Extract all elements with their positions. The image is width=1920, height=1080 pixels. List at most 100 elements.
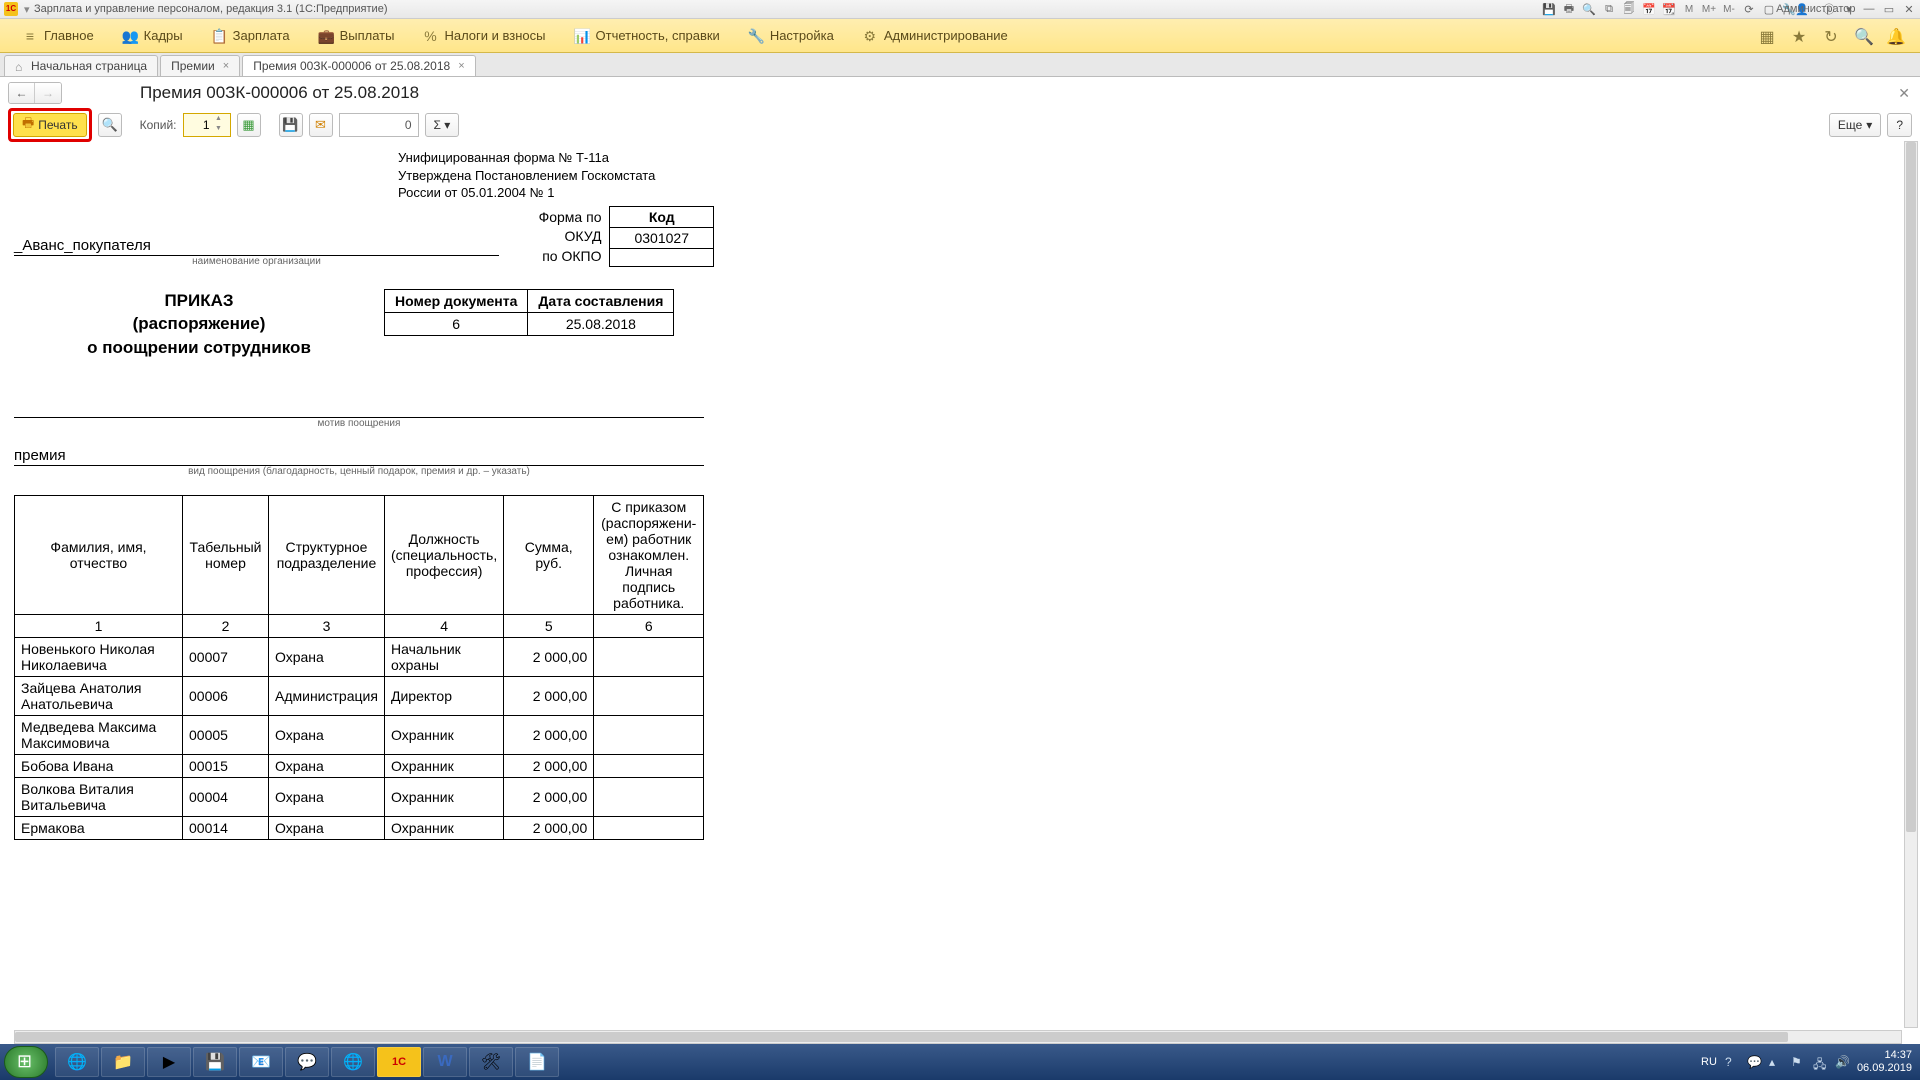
menu-label: Главное <box>44 28 94 43</box>
copies-label: Копий: <box>140 118 177 132</box>
menu-icon: ⚙ <box>862 28 878 44</box>
menu-item[interactable]: ⚙Администрирование <box>848 19 1022 52</box>
page-title: Премия 00ЗК-000006 от 25.08.2018 <box>140 83 419 103</box>
menu-label: Налоги и взносы <box>444 28 545 43</box>
tab[interactable]: Премия 00ЗК-000006 от 25.08.2018 × <box>242 55 475 76</box>
taskbar-app-media[interactable]: ▶ <box>147 1047 191 1077</box>
mail-button[interactable]: ✉ <box>309 113 333 137</box>
spin-up-icon[interactable]: ▲ <box>212 115 226 125</box>
apps-icon[interactable]: ▦ <box>1758 27 1776 45</box>
mminus-icon[interactable]: M- <box>1722 2 1736 16</box>
preview-button[interactable]: 🔍 <box>98 113 122 137</box>
calendar2-icon[interactable]: 📆 <box>1662 2 1676 16</box>
grid-button[interactable]: ▦ <box>237 113 261 137</box>
lang-indicator[interactable]: RU <box>1701 1056 1717 1068</box>
print-highlight: 🖶Печать <box>8 108 92 142</box>
back-button[interactable]: ← <box>9 83 35 103</box>
taskbar-app-chrome[interactable]: 🌐 <box>331 1047 375 1077</box>
export-icon[interactable]: ⧉ <box>1602 2 1616 16</box>
tabs-bar: ⌂Начальная страницаПремии×Премия 00ЗК-00… <box>0 53 1920 77</box>
tab-close-icon[interactable]: × <box>458 60 464 72</box>
menu-item[interactable]: 💼Выплаты <box>304 19 409 52</box>
table-header: С приказом (распоряжени-ем) работник озн… <box>594 496 704 615</box>
forward-button[interactable]: → <box>35 83 61 103</box>
more-button[interactable]: Еще ▾ <box>1829 113 1881 137</box>
app-title: Зарплата и управление персоналом, редакц… <box>34 3 387 15</box>
history-icon[interactable]: ↻ <box>1822 27 1840 45</box>
horizontal-scrollbar[interactable] <box>14 1030 1902 1044</box>
number-date-table: Номер документаДата составления 625.08.2… <box>384 289 674 336</box>
copies-spinner[interactable]: ▲▼ <box>183 113 231 137</box>
maximize-icon[interactable]: ▭ <box>1882 2 1896 16</box>
table-row: Медведева Максима Максимовича00005Охрана… <box>15 716 704 755</box>
document-viewport[interactable]: Унифицированная форма № Т-11а Утверждена… <box>0 141 1920 1044</box>
table-colnum: 2 <box>183 615 269 638</box>
taskbar: 🌐 📁 ▶ 💾 📧 💬 🌐 1С W 🛠 📄 RU ? 💬 ▴ ⚑ 🖧 🔊 14… <box>0 1044 1920 1080</box>
tray-flag-icon[interactable]: ⚑ <box>1791 1055 1805 1069</box>
star-icon[interactable]: ★ <box>1790 27 1808 45</box>
m-icon[interactable]: M <box>1682 2 1696 16</box>
table-header: Фамилия, имя, отчество <box>15 496 183 615</box>
calc-icon[interactable]: 🗐 <box>1622 2 1636 16</box>
print-button[interactable]: 🖶Печать <box>13 113 87 137</box>
menu-item[interactable]: ≡ Главное <box>8 19 108 52</box>
info-icon[interactable]: ⓘ <box>1822 2 1836 16</box>
bonus-type-block: премия вид поощрения (благодарность, цен… <box>14 447 1424 477</box>
close-icon[interactable]: ✕ <box>1902 2 1916 16</box>
mplus-icon[interactable]: M+ <box>1702 2 1716 16</box>
sigma-button[interactable]: Σ ▾ <box>425 113 460 137</box>
menu-icon: ≡ <box>22 28 38 44</box>
print-icon[interactable]: 🖶 <box>1562 2 1576 16</box>
user-label[interactable]: 👤 Администратор <box>1802 2 1816 16</box>
taskbar-app-save[interactable]: 💾 <box>193 1047 237 1077</box>
table-row: Волкова Виталия Витальевича00004ОхранаОх… <box>15 778 704 817</box>
square-icon[interactable]: ▢ <box>1762 2 1776 16</box>
tab-close-icon[interactable]: × <box>223 60 229 72</box>
bell-icon[interactable]: 🔔 <box>1886 27 1904 45</box>
tray-net-icon[interactable]: 🖧 <box>1813 1055 1827 1069</box>
menu-item[interactable]: 📊Отчетность, справки <box>560 19 734 52</box>
tray-chat-icon[interactable]: 💬 <box>1747 1055 1761 1069</box>
org-name: _Аванс_покупателя <box>14 237 499 256</box>
save-icon[interactable]: 💾 <box>1542 2 1556 16</box>
taskbar-app-ie[interactable]: 🌐 <box>55 1047 99 1077</box>
taskbar-app-pdf[interactable]: 📄 <box>515 1047 559 1077</box>
tray-vol-icon[interactable]: 🔊 <box>1835 1055 1849 1069</box>
tab[interactable]: ⌂Начальная страница <box>4 55 158 76</box>
dropdown2-icon[interactable]: ▾ <box>1842 2 1856 16</box>
search-icon[interactable]: 🔍 <box>1854 27 1872 45</box>
vertical-scrollbar[interactable] <box>1904 141 1918 1028</box>
close-form-icon[interactable]: ✕ <box>1898 85 1910 102</box>
table-header: Должность (специальность, профессия) <box>385 496 504 615</box>
menu-item[interactable]: 👥Кадры <box>108 19 197 52</box>
loop-icon[interactable]: ⟳ <box>1742 2 1756 16</box>
table-header: Табельный номер <box>183 496 269 615</box>
menu-item[interactable]: 🔧Настройка <box>734 19 848 52</box>
taskbar-app-outlook[interactable]: 📧 <box>239 1047 283 1077</box>
taskbar-app-1c[interactable]: 1С <box>377 1047 421 1077</box>
menu-label: Настройка <box>770 28 834 43</box>
clock[interactable]: 14:37 06.09.2019 <box>1857 1049 1912 1075</box>
tray-up-icon[interactable]: ▴ <box>1769 1055 1783 1069</box>
calendar-icon[interactable]: 📅 <box>1642 2 1656 16</box>
start-button[interactable] <box>4 1046 48 1078</box>
table-row: Бобова Ивана00015ОхранаОхранник2 000,00 <box>15 755 704 778</box>
spin-down-icon[interactable]: ▼ <box>212 125 226 135</box>
save-button[interactable]: 💾 <box>279 113 303 137</box>
tab-label: Премия 00ЗК-000006 от 25.08.2018 <box>253 59 450 73</box>
taskbar-app-word[interactable]: W <box>423 1047 467 1077</box>
taskbar-app-explorer[interactable]: 📁 <box>101 1047 145 1077</box>
main-menu: ≡ Главное 👥Кадры📋Зарплата💼Выплаты%Налоги и… <box>0 19 1920 53</box>
tab[interactable]: Премии× <box>160 55 240 76</box>
dropdown-icon[interactable]: ▾ <box>24 3 34 16</box>
minimize-icon[interactable]: — <box>1862 2 1876 16</box>
menu-item[interactable]: %Налоги и взносы <box>408 19 559 52</box>
menu-item[interactable]: 📋Зарплата <box>197 19 304 52</box>
tray-help-icon[interactable]: ? <box>1725 1055 1739 1069</box>
preview-icon[interactable]: 🔍 <box>1582 2 1596 16</box>
taskbar-app-tool[interactable]: 🛠 <box>469 1047 513 1077</box>
taskbar-app-chat[interactable]: 💬 <box>285 1047 329 1077</box>
copies-input[interactable] <box>184 118 212 132</box>
help-button[interactable]: ? <box>1887 113 1912 137</box>
order-title: ПРИКАЗ (распоряжение) о поощрении сотруд… <box>14 289 384 360</box>
